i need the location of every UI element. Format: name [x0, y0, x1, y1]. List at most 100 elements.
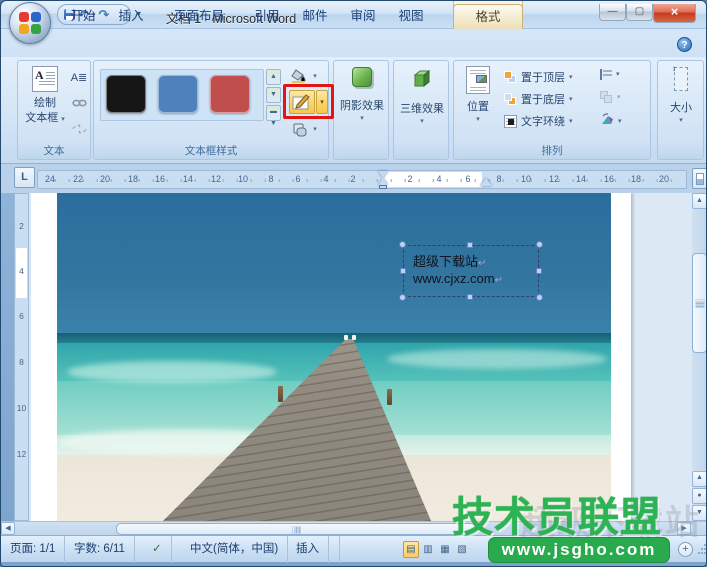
resize-grip-icon[interactable]: [698, 544, 706, 556]
resize-handle-se[interactable]: [536, 294, 543, 301]
scroll-left-icon[interactable]: ◀: [1, 522, 15, 535]
draw-textbox-button[interactable]: A 绘制 文本框 ▾: [23, 66, 67, 125]
group-shadow-effects: 阴影效果 ▾: [333, 60, 389, 160]
3d-effects-label: 三维效果: [400, 100, 444, 116]
gallery-more-icon[interactable]: ▬▼: [266, 105, 281, 121]
textbox-line-2: www.cjxz.com↵: [413, 271, 503, 286]
shape-fill-dropdown-icon[interactable]: ▾: [310, 68, 320, 84]
page-indicator[interactable]: 页面: 1/1: [1, 536, 65, 563]
text-wrapping-button[interactable]: 文字环绕▾: [504, 113, 573, 129]
group-arrange: 位置 ▾ 置于顶层▾ 置于底层▾: [453, 60, 651, 160]
size-label: 大小: [670, 99, 692, 115]
send-to-back-icon: [504, 93, 517, 106]
rotate-button[interactable]: ▾: [600, 113, 622, 129]
tab-review[interactable]: 审阅: [339, 4, 387, 29]
group-3d-label: [394, 144, 448, 159]
pier-post-right: [387, 389, 392, 405]
tab-mailings[interactable]: 邮件: [291, 4, 339, 29]
style-swatch-blue[interactable]: [158, 75, 198, 113]
tab-view[interactable]: 视图: [387, 4, 435, 29]
shadow-effects-label: 阴影效果: [340, 97, 384, 113]
style-swatch-red[interactable]: [210, 75, 250, 113]
text-direction-icon[interactable]: A≣: [70, 68, 88, 86]
resize-handle-w[interactable]: [400, 268, 406, 274]
position-button[interactable]: 位置 ▾: [458, 66, 498, 123]
send-to-back-button[interactable]: 置于底层▾: [504, 91, 573, 107]
text-wrapping-icon: [504, 115, 517, 128]
office-button[interactable]: [9, 2, 51, 44]
tab-selector-button[interactable]: L: [14, 167, 35, 188]
align-button[interactable]: ▾: [600, 69, 620, 80]
previous-page-icon[interactable]: ▲: [692, 471, 707, 487]
watermark-brand: 技术员联盟: [452, 483, 662, 543]
word-window: ↶▾ ↷ ▾ 文档 1 - Microsoft Word 文本框工具 — ▢ ×…: [0, 0, 707, 567]
minimize-button[interactable]: —: [599, 4, 626, 21]
restore-button[interactable]: ▢: [626, 4, 653, 21]
right-indent-marker[interactable]: [480, 178, 492, 186]
resize-handle-e[interactable]: [536, 268, 542, 274]
resize-handle-nw[interactable]: [399, 241, 406, 248]
group-size: ↕ 大小 ▾: [657, 60, 704, 160]
tab-insert[interactable]: 插入: [107, 4, 155, 29]
group-styles-label: 文本框样式: [94, 144, 328, 159]
bring-to-front-button[interactable]: 置于顶层▾: [504, 69, 573, 85]
beach-photo[interactable]: [57, 193, 611, 521]
draw-textbox-label-2: 文本框 ▾: [25, 109, 65, 125]
tab-page-layout[interactable]: 页面布局: [155, 4, 243, 29]
first-line-indent-marker[interactable]: [378, 171, 388, 178]
gallery-scroll-down-icon[interactable]: ▼: [266, 87, 281, 103]
annotation-red-box: [283, 84, 334, 119]
3d-effects-button[interactable]: 三维效果 ▾: [400, 67, 444, 125]
create-link-icon[interactable]: [70, 94, 88, 112]
watermark-site-pill: www.jsgho.com: [488, 537, 670, 563]
resize-handle-sw[interactable]: [399, 294, 406, 301]
gallery-scroll-up-icon[interactable]: ▲: [266, 69, 281, 85]
horizontal-ruler[interactable]: 24 22 20 18 16 14 12 10 8 6 4 2 2 4 6 8 …: [37, 170, 687, 189]
group-shadow-label: [334, 144, 388, 159]
print-layout-view-icon[interactable]: ▤: [403, 541, 419, 558]
shape-fill-icon[interactable]: [288, 66, 310, 86]
break-link-icon[interactable]: [70, 120, 88, 138]
resize-handle-ne[interactable]: [536, 241, 543, 248]
fullscreen-reading-view-icon[interactable]: ▥: [420, 541, 436, 558]
resize-handle-n[interactable]: [467, 242, 473, 248]
close-button[interactable]: ×: [653, 4, 696, 23]
spellcheck-status-icon[interactable]: ✓: [143, 536, 172, 563]
language-indicator[interactable]: 中文(简体，中国): [181, 536, 288, 563]
position-icon: [466, 66, 490, 94]
vertical-ruler[interactable]: 2 4 6 8 10 12: [14, 193, 29, 521]
zoom-in-icon[interactable]: +: [678, 542, 693, 557]
document-area[interactable]: 超级下载站↵ www.cjxz.com↵: [29, 193, 692, 521]
shadow-effects-button[interactable]: 阴影效果 ▾: [340, 67, 384, 122]
group-3d-effects: 三维效果 ▾: [393, 60, 449, 160]
left-indent-marker[interactable]: [379, 185, 387, 189]
hanging-indent-marker[interactable]: [378, 178, 388, 185]
textbox-icon: A: [32, 66, 58, 92]
tab-references[interactable]: 引用: [243, 4, 291, 29]
word-count[interactable]: 字数: 6/11: [65, 536, 135, 563]
selected-textbox[interactable]: 超级下载站↵ www.cjxz.com↵: [403, 245, 539, 297]
scroll-up-icon[interactable]: ▲: [692, 193, 707, 209]
tab-home[interactable]: 开始: [59, 4, 107, 29]
help-icon[interactable]: ?: [677, 37, 692, 52]
3d-effect-icon: [410, 67, 434, 94]
group-objects-button[interactable]: ▾: [600, 91, 621, 104]
change-shape-dropdown-icon[interactable]: ▾: [310, 121, 320, 137]
group-textbox-styles: ▲ ▼ ▬▼ ▾ ▾ ▾ ◢: [93, 60, 329, 160]
group-text: A 绘制 文本框 ▾ A≣ 文本: [17, 60, 91, 160]
tab-format-active[interactable]: 格式: [453, 4, 523, 29]
insert-mode-indicator[interactable]: 插入: [287, 536, 329, 563]
web-layout-view-icon[interactable]: ▦: [437, 541, 453, 558]
vertical-scrollbar[interactable]: ▲ ▲ ● ▼: [692, 193, 707, 521]
change-shape-icon[interactable]: [288, 119, 310, 139]
style-swatch-black[interactable]: [106, 75, 146, 113]
ribbon-tab-row: [1, 29, 707, 57]
ruler-toggle-button[interactable]: [692, 168, 707, 189]
horizontal-scroll-thumb[interactable]: [116, 523, 476, 535]
status-divider: [339, 536, 340, 563]
outline-view-icon[interactable]: ▧: [454, 541, 470, 558]
resize-handle-s[interactable]: [467, 294, 473, 300]
group-size-label: [658, 144, 703, 159]
size-button[interactable]: ↕ 大小 ▾: [660, 67, 702, 124]
vertical-scroll-thumb[interactable]: [692, 253, 707, 353]
